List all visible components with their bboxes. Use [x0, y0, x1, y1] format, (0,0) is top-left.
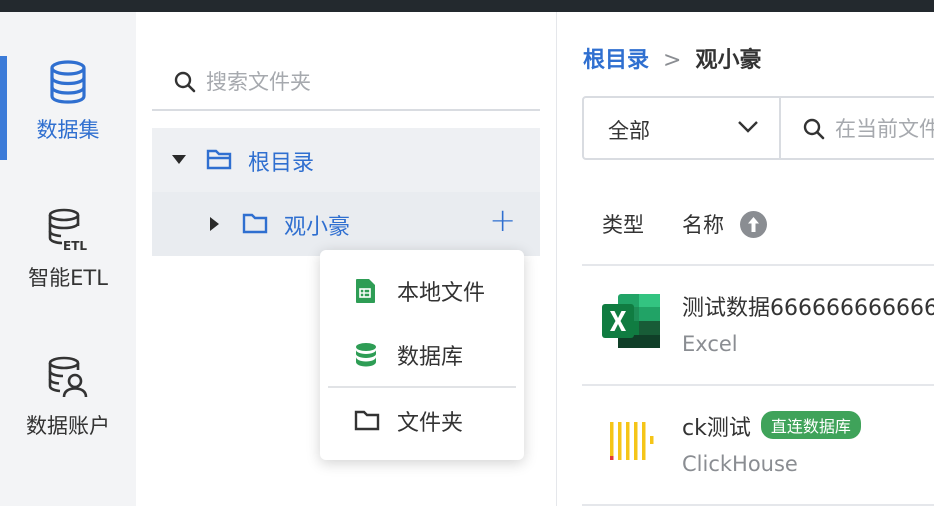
menu-item-local-file[interactable]: 本地文件: [320, 260, 524, 320]
connection-badge: 直连数据库: [760, 411, 861, 439]
menu-divider: [328, 386, 516, 388]
breadcrumb-separator: >: [663, 48, 682, 73]
database-user-icon: [48, 356, 88, 398]
breadcrumb: 根目录 > 观小豪: [583, 42, 761, 74]
folder-icon: [242, 213, 268, 234]
tree-node-root[interactable]: 根目录: [152, 128, 540, 192]
folder-icon: [354, 410, 380, 431]
folder-search: [152, 56, 540, 111]
table-row[interactable]: ck测试 直连数据库 ClickHouse: [582, 386, 934, 504]
left-rail: 数据集 ETL 智能ETL 数据账户: [0, 12, 136, 506]
database-icon: [50, 60, 86, 104]
rail-item-accounts[interactable]: 数据账户: [0, 356, 136, 440]
type-filter-value: 全部: [608, 119, 650, 143]
type-filter-select[interactable]: 全部: [582, 96, 781, 160]
menu-item-label: 文件夹: [397, 411, 464, 436]
tree-node-label: 观小豪: [284, 215, 351, 240]
tree-node-child[interactable]: 观小豪 +: [152, 192, 540, 256]
rail-item-label: 数据集: [36, 118, 100, 142]
top-bar: [0, 0, 934, 12]
column-header-type[interactable]: 类型: [602, 209, 644, 239]
file-search-input[interactable]: [835, 112, 934, 146]
file-name: 测试数据6666666666666: [682, 296, 934, 321]
folder-open-icon: [206, 149, 232, 170]
sort-ascending-icon[interactable]: [740, 211, 767, 238]
search-icon: [174, 71, 196, 93]
expand-caret-icon[interactable]: [210, 217, 219, 231]
clickhouse-icon: [610, 422, 654, 460]
add-button[interactable]: +: [489, 204, 516, 236]
menu-item-label: 本地文件: [397, 281, 486, 306]
tree-node-label: 根目录: [248, 151, 315, 176]
collapse-caret-icon[interactable]: [172, 155, 186, 164]
chevron-down-icon: [738, 121, 758, 133]
arrow-up-icon: [748, 217, 759, 232]
column-header-name[interactable]: 名称: [682, 209, 724, 239]
file-name-wrapper: ck测试 直连数据库: [682, 410, 861, 442]
rail-item-label: 智能ETL: [28, 266, 108, 290]
file-name: ck测试: [682, 416, 751, 441]
spreadsheet-file-icon: [356, 279, 375, 303]
rail-item-label: 数据账户: [26, 414, 110, 438]
svg-text:ETL: ETL: [63, 239, 87, 252]
menu-item-label: 数据库: [397, 345, 464, 370]
search-icon: [803, 118, 825, 140]
rail-item-datasets[interactable]: 数据集: [0, 60, 136, 144]
folder-search-input[interactable]: [206, 64, 526, 100]
breadcrumb-current: 观小豪: [695, 48, 762, 73]
menu-item-database[interactable]: 数据库: [320, 324, 524, 384]
file-type: ClickHouse: [682, 452, 798, 476]
database-icon: [356, 343, 376, 367]
breadcrumb-root-link[interactable]: 根目录: [583, 48, 649, 73]
etl-database-icon: ETL: [48, 208, 87, 252]
table-row[interactable]: 测试数据6666666666666 Excel: [582, 266, 934, 384]
add-menu: 本地文件 数据库 文件夹: [320, 250, 524, 460]
excel-icon: [602, 294, 660, 348]
file-list-panel: 根目录>观小豪 全部 类型 名称 测试数据: [557, 12, 934, 506]
menu-item-folder[interactable]: 文件夹: [320, 390, 524, 450]
file-search: [779, 96, 934, 160]
file-type: Excel: [682, 332, 738, 356]
rail-item-etl[interactable]: ETL 智能ETL: [0, 208, 136, 292]
